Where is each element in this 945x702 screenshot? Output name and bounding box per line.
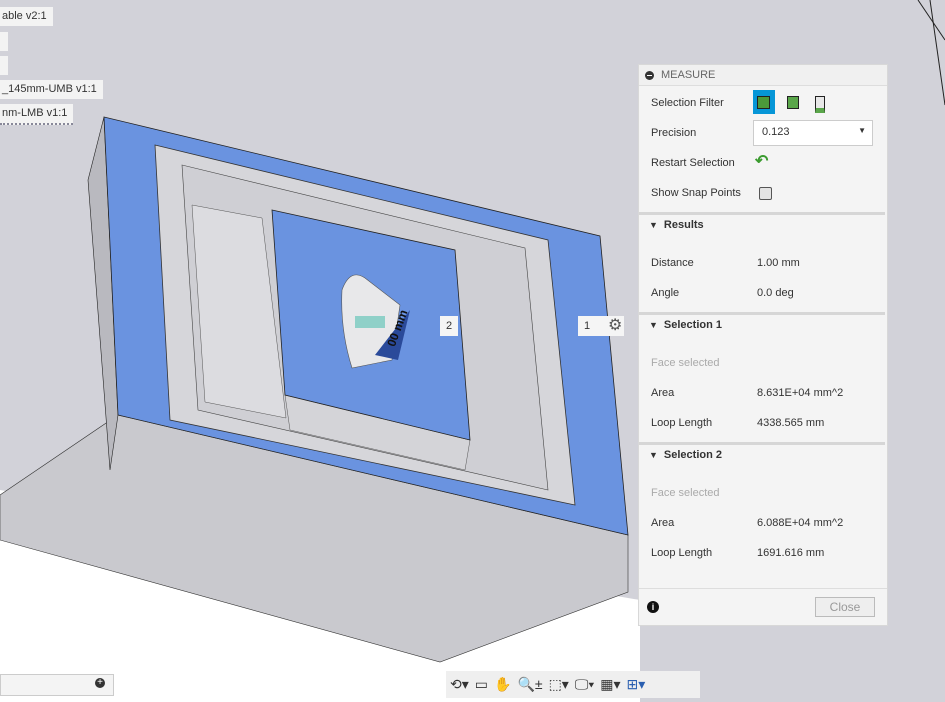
comment-input[interactable]: + <box>0 674 114 696</box>
selection2-area: 6.088E+04 mm^2 <box>757 517 844 529</box>
selection1-header[interactable]: ▼ Selection 1 <box>639 312 885 335</box>
precision-label: Precision <box>651 127 697 139</box>
selection1-area-label: Area <box>651 387 675 399</box>
edge-line <box>917 0 945 41</box>
panel-title: MEASURE <box>661 69 716 81</box>
filter-body-icon[interactable] <box>753 90 775 114</box>
navigation-toolbar: ⟲▾ ▭ ✋ 🔍± ⬚▾ 🖵▾ ▦▾ ⊞▾ <box>446 671 700 698</box>
results-title: Results <box>663 219 704 231</box>
selection2-area-label: Area <box>651 517 675 529</box>
distance-value: 1.00 mm <box>757 257 800 269</box>
selection2-loop-label: Loop Length <box>651 547 713 559</box>
point-label-text: 1 <box>584 320 591 332</box>
caret-down-icon: ▼ <box>649 320 658 330</box>
selection1-title: Selection 1 <box>663 319 722 331</box>
point-label-1: 1 ⚙ <box>578 316 624 336</box>
close-button[interactable]: Close <box>815 597 875 617</box>
point-label-2: 2 <box>440 316 459 336</box>
chevron-down-icon: ▼ <box>858 126 866 135</box>
caret-down-icon: ▼ <box>649 450 658 460</box>
results-header[interactable]: ▼ Results <box>639 212 885 235</box>
zoom-icon[interactable]: 🔍± <box>517 676 542 693</box>
browser-item[interactable]: able v2:1 <box>0 7 53 26</box>
show-snap-points-label: Show Snap Points <box>651 187 741 199</box>
selection2-title: Selection 2 <box>663 449 722 461</box>
gear-icon[interactable]: ⚙ <box>608 316 622 336</box>
measure-panel: MEASURE Selection Filter Precision 0.123… <box>638 64 888 626</box>
snap-marker <box>355 316 385 328</box>
add-icon[interactable]: + <box>95 678 105 688</box>
pan-hand-icon[interactable]: ✋ <box>494 676 511 693</box>
angle-value: 0.0 deg <box>757 287 794 299</box>
divider <box>639 588 887 589</box>
edge-line <box>929 0 945 106</box>
info-icon[interactable]: i <box>647 601 659 613</box>
caret-down-icon: ▼ <box>649 220 658 230</box>
browser-item[interactable] <box>0 56 8 75</box>
selection2-header[interactable]: ▼ Selection 2 <box>639 442 885 465</box>
angle-label: Angle <box>651 287 680 299</box>
precision-value: 0.123 <box>762 126 790 138</box>
selection1-status: Face selected <box>651 357 720 369</box>
selection1-loop-label: Loop Length <box>651 417 713 429</box>
selection1-area: 8.631E+04 mm^2 <box>757 387 844 399</box>
selection-filter-label: Selection Filter <box>651 97 724 109</box>
filter-face-icon[interactable] <box>787 96 799 109</box>
grid-icon[interactable]: ▦▾ <box>600 676 620 693</box>
panel-header: MEASURE <box>639 65 887 86</box>
viewports-icon[interactable]: ⊞▾ <box>626 676 645 693</box>
display-settings-icon[interactable]: 🖵▾ <box>575 676 594 693</box>
look-at-icon[interactable]: ▭ <box>475 676 488 693</box>
distance-label: Distance <box>651 257 694 269</box>
selection2-loop: 1691.616 mm <box>757 547 825 559</box>
browser-item[interactable]: _145mm-UMB v1:1 <box>0 80 103 99</box>
collapse-icon[interactable] <box>645 71 654 80</box>
precision-select[interactable]: 0.123 ▼ <box>753 120 873 146</box>
selection2-status: Face selected <box>651 487 720 499</box>
selection1-loop: 4338.565 mm <box>757 417 825 429</box>
fit-icon[interactable]: ⬚▾ <box>549 676 569 693</box>
orbit-icon[interactable]: ⟲▾ <box>450 676 469 693</box>
snap-points-checkbox[interactable] <box>759 187 772 200</box>
filter-edge-icon[interactable] <box>815 96 825 113</box>
browser-item[interactable] <box>0 32 8 51</box>
restart-selection-label: Restart Selection <box>651 157 735 169</box>
browser-item[interactable]: nm-LMB v1:1 <box>0 104 74 125</box>
restart-arrow-icon[interactable]: ↶ <box>755 151 768 171</box>
